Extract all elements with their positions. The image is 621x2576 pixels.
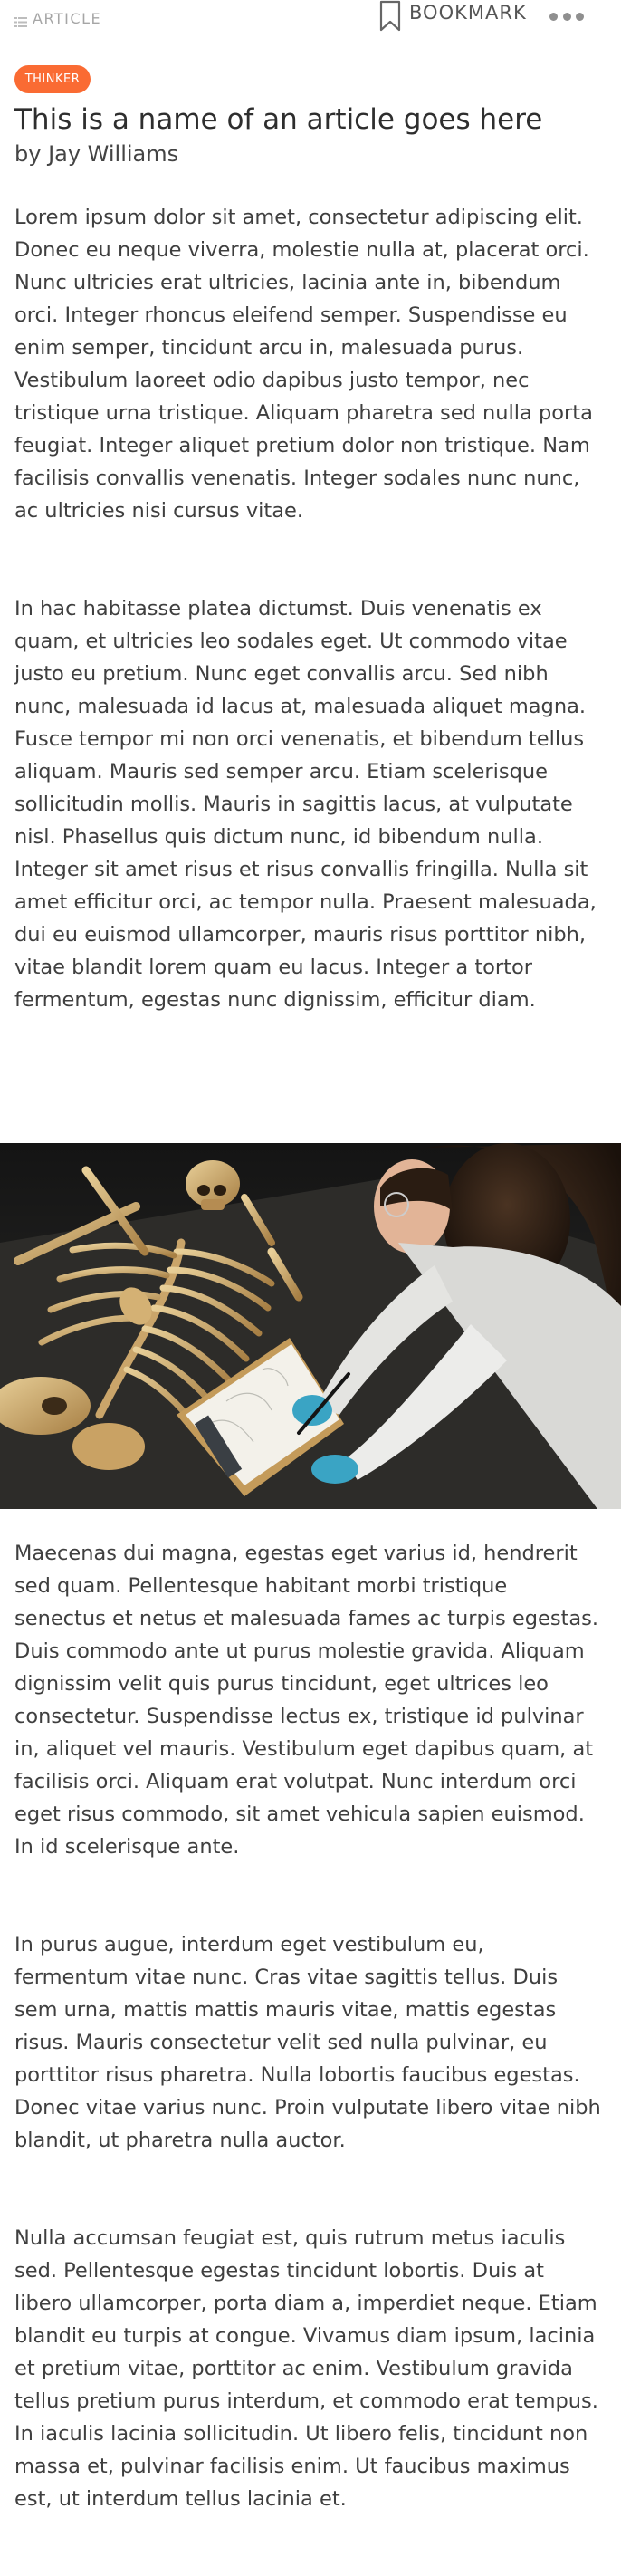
more-options-button[interactable] (549, 7, 584, 25)
section-link[interactable]: ARTICLE (14, 10, 101, 27)
article-title: This is a name of an article goes here (14, 103, 543, 136)
list-icon (14, 14, 27, 27)
article-paragraph: Nulla accumsan feugiat est, quis rutrum … (14, 2226, 598, 2511)
article-paragraph: Lorem ipsum dolor sit amet, consectetur … (14, 206, 593, 523)
more-dot (576, 12, 584, 21)
more-dot (562, 12, 571, 21)
section-label: ARTICLE (33, 10, 102, 27)
category-tag[interactable]: THINKER (14, 65, 91, 93)
article-byline: by Jay Williams (14, 141, 179, 167)
bookmark-label: BOOKMARK (409, 2, 527, 24)
article-paragraph: Maecenas dui magna, egestas eget varius … (14, 1542, 599, 1859)
bookmark-icon (378, 0, 402, 33)
article-paragraph: In hac habitasse platea dictumst. Duis v… (14, 597, 597, 1012)
more-dots-icon (549, 12, 558, 21)
article-photo (0, 1143, 621, 1509)
top-bar: ARTICLE BOOKMARK (0, 0, 621, 40)
article-paragraph: In purus augue, interdum eget vestibulum… (14, 1933, 601, 2152)
bookmark-button[interactable]: BOOKMARK (378, 0, 527, 33)
